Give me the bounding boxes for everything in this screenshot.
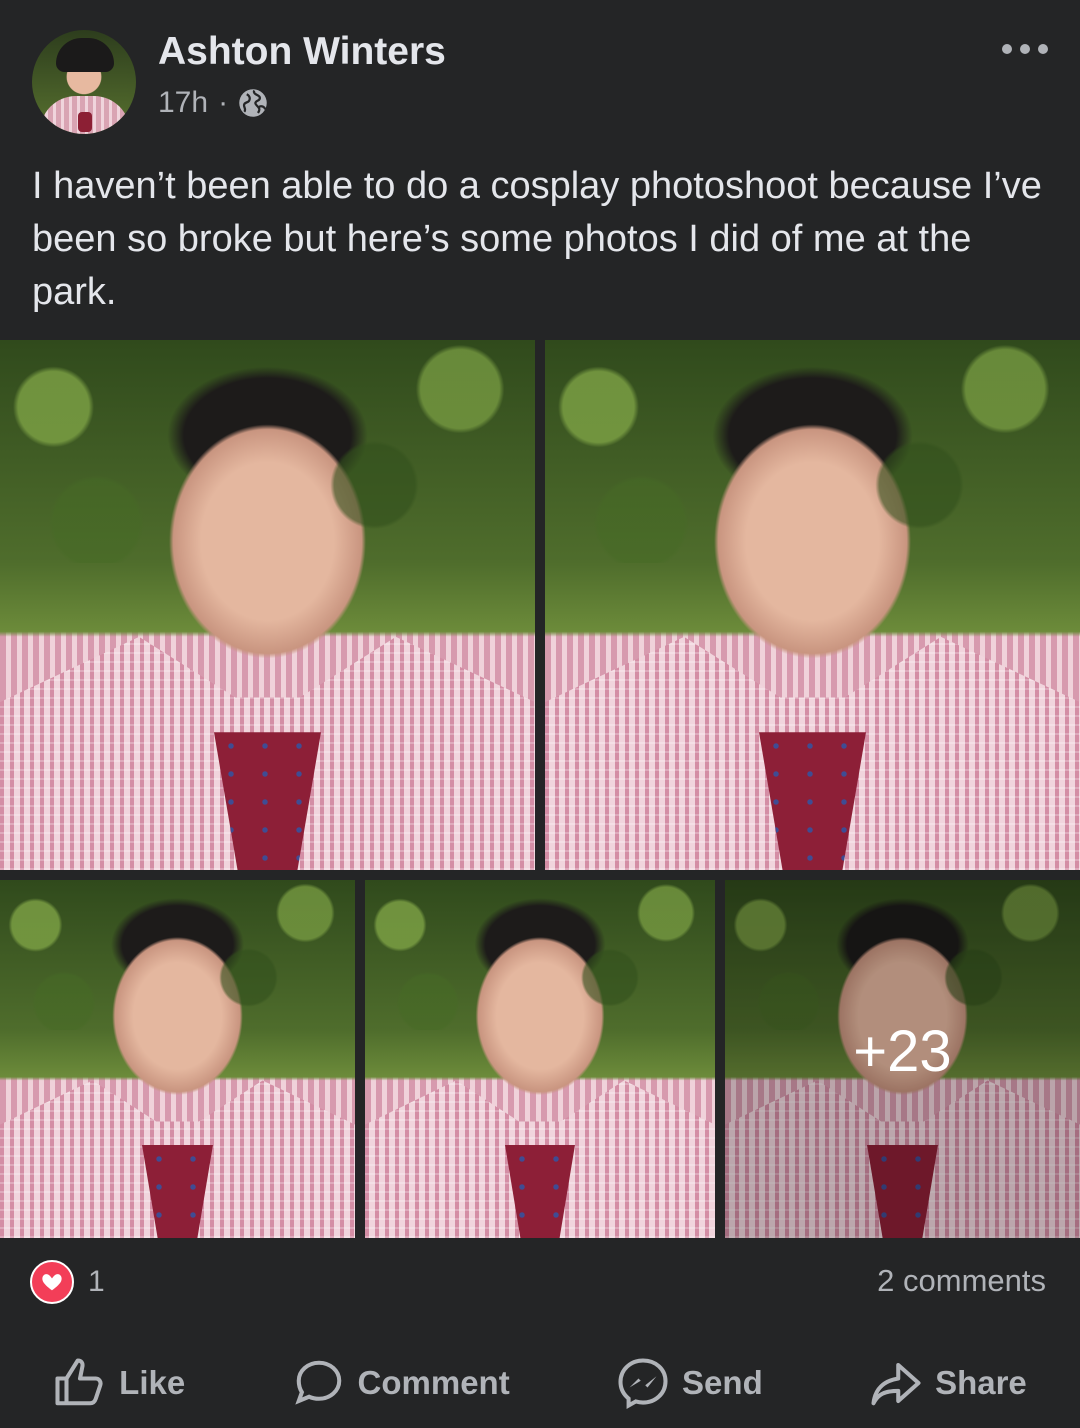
avatar-tie	[78, 112, 92, 132]
love-reaction-icon	[30, 1260, 74, 1304]
more-dot-3	[1038, 44, 1048, 54]
more-dot-1	[1002, 44, 1012, 54]
post-header: Ashton Winters 17h ·	[0, 0, 1080, 150]
gallery-photo-3[interactable]	[0, 880, 355, 1238]
post-actions: Like Comment Send Share	[0, 1346, 1080, 1420]
author-name[interactable]: Ashton Winters	[158, 30, 446, 74]
gallery-photo-4[interactable]	[365, 880, 715, 1238]
messenger-icon	[618, 1358, 668, 1409]
more-photos-count: +23	[853, 1018, 952, 1084]
send-button[interactable]: Send	[616, 1356, 763, 1410]
more-options-icon[interactable]	[996, 34, 1054, 64]
gallery-photo-1[interactable]	[0, 340, 535, 870]
comments-count[interactable]: 2 comments	[877, 1263, 1046, 1299]
author-avatar[interactable]	[32, 30, 136, 134]
gallery-photo-2[interactable]	[545, 340, 1080, 870]
comment-label: Comment	[357, 1364, 510, 1401]
post-meta: 17h ·	[158, 86, 268, 120]
send-label: Send	[682, 1364, 763, 1401]
more-photos-overlay[interactable]: +23	[725, 880, 1080, 1238]
share-button[interactable]: Share	[869, 1356, 1027, 1410]
meta-separator: ·	[218, 86, 229, 119]
reaction-count: 1	[88, 1265, 105, 1298]
comment-button[interactable]: Comment	[292, 1356, 510, 1410]
post-caption: I haven’t been able to do a cosplay phot…	[32, 165, 1042, 313]
photo-grid: +23	[0, 340, 1080, 1238]
more-dot-2	[1020, 44, 1030, 54]
heart-icon	[42, 1274, 62, 1291]
like-button[interactable]: Like	[53, 1356, 185, 1410]
avatar-hair	[56, 38, 114, 72]
photo-foliage	[365, 880, 715, 1031]
photo-foliage	[0, 340, 535, 563]
post-time[interactable]: 17h	[158, 86, 208, 120]
share-label: Share	[935, 1364, 1027, 1401]
like-label: Like	[119, 1364, 186, 1401]
comment-icon	[294, 1360, 341, 1405]
gallery-photo-5[interactable]: +23	[725, 880, 1080, 1238]
thumbs-up-icon	[55, 1358, 103, 1406]
reaction-summary[interactable]: 1	[30, 1260, 105, 1304]
photo-foliage	[545, 340, 1080, 563]
globe-icon	[239, 89, 267, 117]
share-icon	[871, 1362, 921, 1406]
photo-foliage	[0, 880, 355, 1031]
